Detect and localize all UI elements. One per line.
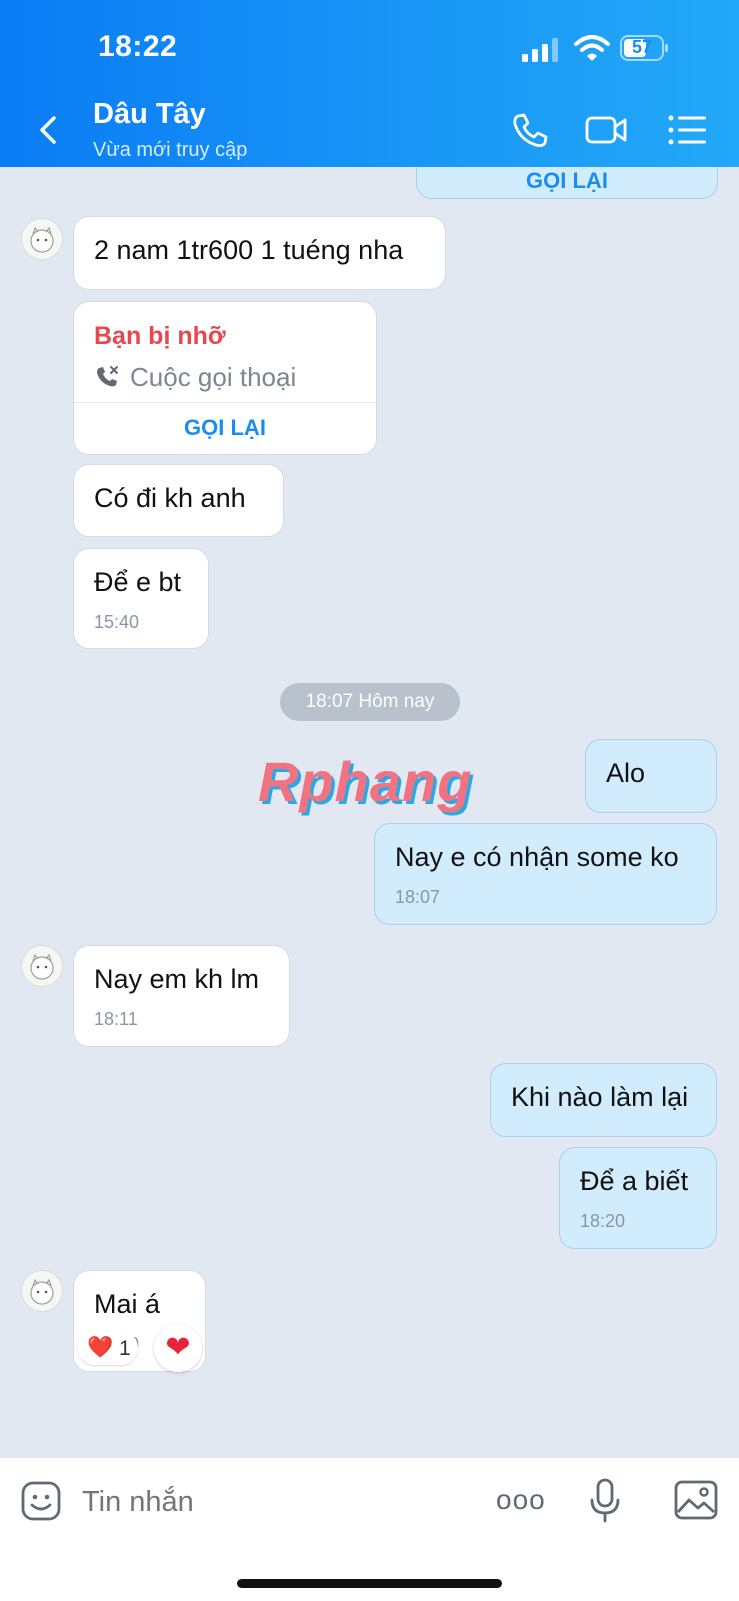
message-text: Để a biết: [580, 1166, 689, 1196]
message-text: Khi nào làm lại: [511, 1082, 689, 1112]
incoming-message[interactable]: Nay em kh lm 18:11: [73, 945, 290, 1047]
date-separator: 18:07 Hôm nay: [280, 683, 460, 721]
message-text: 2 nam 1tr600 1 tuéng nha: [94, 235, 404, 265]
more-options-button[interactable]: ooo: [496, 1484, 550, 1515]
outgoing-message[interactable]: Khi nào làm lại: [490, 1063, 717, 1137]
message-time: 18:20: [580, 1211, 626, 1232]
outgoing-message[interactable]: Alo: [585, 739, 717, 813]
phone-call-icon[interactable]: [508, 110, 552, 150]
incoming-message[interactable]: Có đi kh anh: [73, 464, 284, 537]
outgoing-message[interactable]: Để a biết 18:20: [559, 1147, 717, 1249]
message-input[interactable]: [80, 1485, 464, 1520]
cellular-signal-icon: [522, 38, 558, 62]
reaction-summary[interactable]: ❤️ 1: [78, 1331, 138, 1365]
call-type: Cuộc gọi thoại: [130, 362, 297, 392]
heart-icon: ❤: [165, 1331, 191, 1364]
message-text: Mai á: [94, 1289, 161, 1319]
chat-header: 18:22 57 Dâu Tây Vừa mới truy cập: [0, 0, 739, 167]
avatar[interactable]: [21, 1270, 63, 1312]
message-text: Nay em kh lm: [94, 964, 260, 994]
battery-icon: 57: [620, 35, 670, 61]
callback-button[interactable]: GỌI LẠI: [74, 415, 376, 441]
watermark-logo: Rphang: [258, 750, 473, 813]
message-time: 18:07: [395, 887, 441, 908]
avatar[interactable]: [21, 218, 63, 260]
home-indicator[interactable]: [237, 1579, 502, 1588]
image-gallery-icon[interactable]: [674, 1480, 718, 1520]
message-text: Có đi kh anh: [94, 483, 246, 513]
more-options-icon: ooo: [496, 1484, 546, 1515]
contact-status: Vừa mới truy cập: [93, 139, 248, 161]
react-heart-button[interactable]: ❤: [154, 1324, 202, 1372]
battery-level: 57: [631, 37, 653, 57]
status-time: 18:22: [98, 30, 178, 63]
missed-call-card[interactable]: Bạn bị nhỡ Cuộc gọi thoại GỌI LẠI: [73, 301, 377, 455]
wifi-icon: [574, 35, 610, 61]
message-list[interactable]: GỌI LẠI 2 nam 1tr600 1 tuéng nha Bạn bị …: [0, 167, 739, 1457]
sticker-emoji-icon[interactable]: [20, 1480, 62, 1522]
incoming-message[interactable]: Để e bt 15:40: [73, 548, 209, 649]
contact-name[interactable]: Dâu Tây: [93, 98, 206, 131]
heart-reaction-icon: ❤️: [87, 1336, 114, 1359]
microphone-icon[interactable]: [588, 1478, 622, 1524]
message-composer: ooo: [0, 1457, 739, 1601]
reaction-count: 1: [119, 1337, 131, 1360]
partial-callback-label[interactable]: GỌI LẠI: [417, 168, 717, 194]
missed-call-icon: [97, 366, 118, 387]
message-time: 15:40: [94, 612, 140, 633]
message-text: Alo: [606, 758, 646, 788]
avatar[interactable]: [21, 945, 63, 987]
message-text: Nay e có nhận some ko: [395, 842, 679, 872]
message-text: Để e bt: [94, 567, 182, 597]
partial-callback-card[interactable]: GỌI LẠI: [416, 167, 718, 199]
back-button[interactable]: [30, 108, 70, 152]
missed-call-title: Bạn bị nhỡ: [94, 322, 226, 350]
card-divider: [74, 402, 376, 403]
video-call-icon[interactable]: [584, 110, 628, 150]
incoming-message[interactable]: 2 nam 1tr600 1 tuéng nha: [73, 216, 446, 290]
outgoing-message[interactable]: Nay e có nhận some ko 18:07: [374, 823, 717, 925]
menu-list-icon[interactable]: [666, 110, 710, 150]
message-time: 18:11: [94, 1009, 138, 1030]
